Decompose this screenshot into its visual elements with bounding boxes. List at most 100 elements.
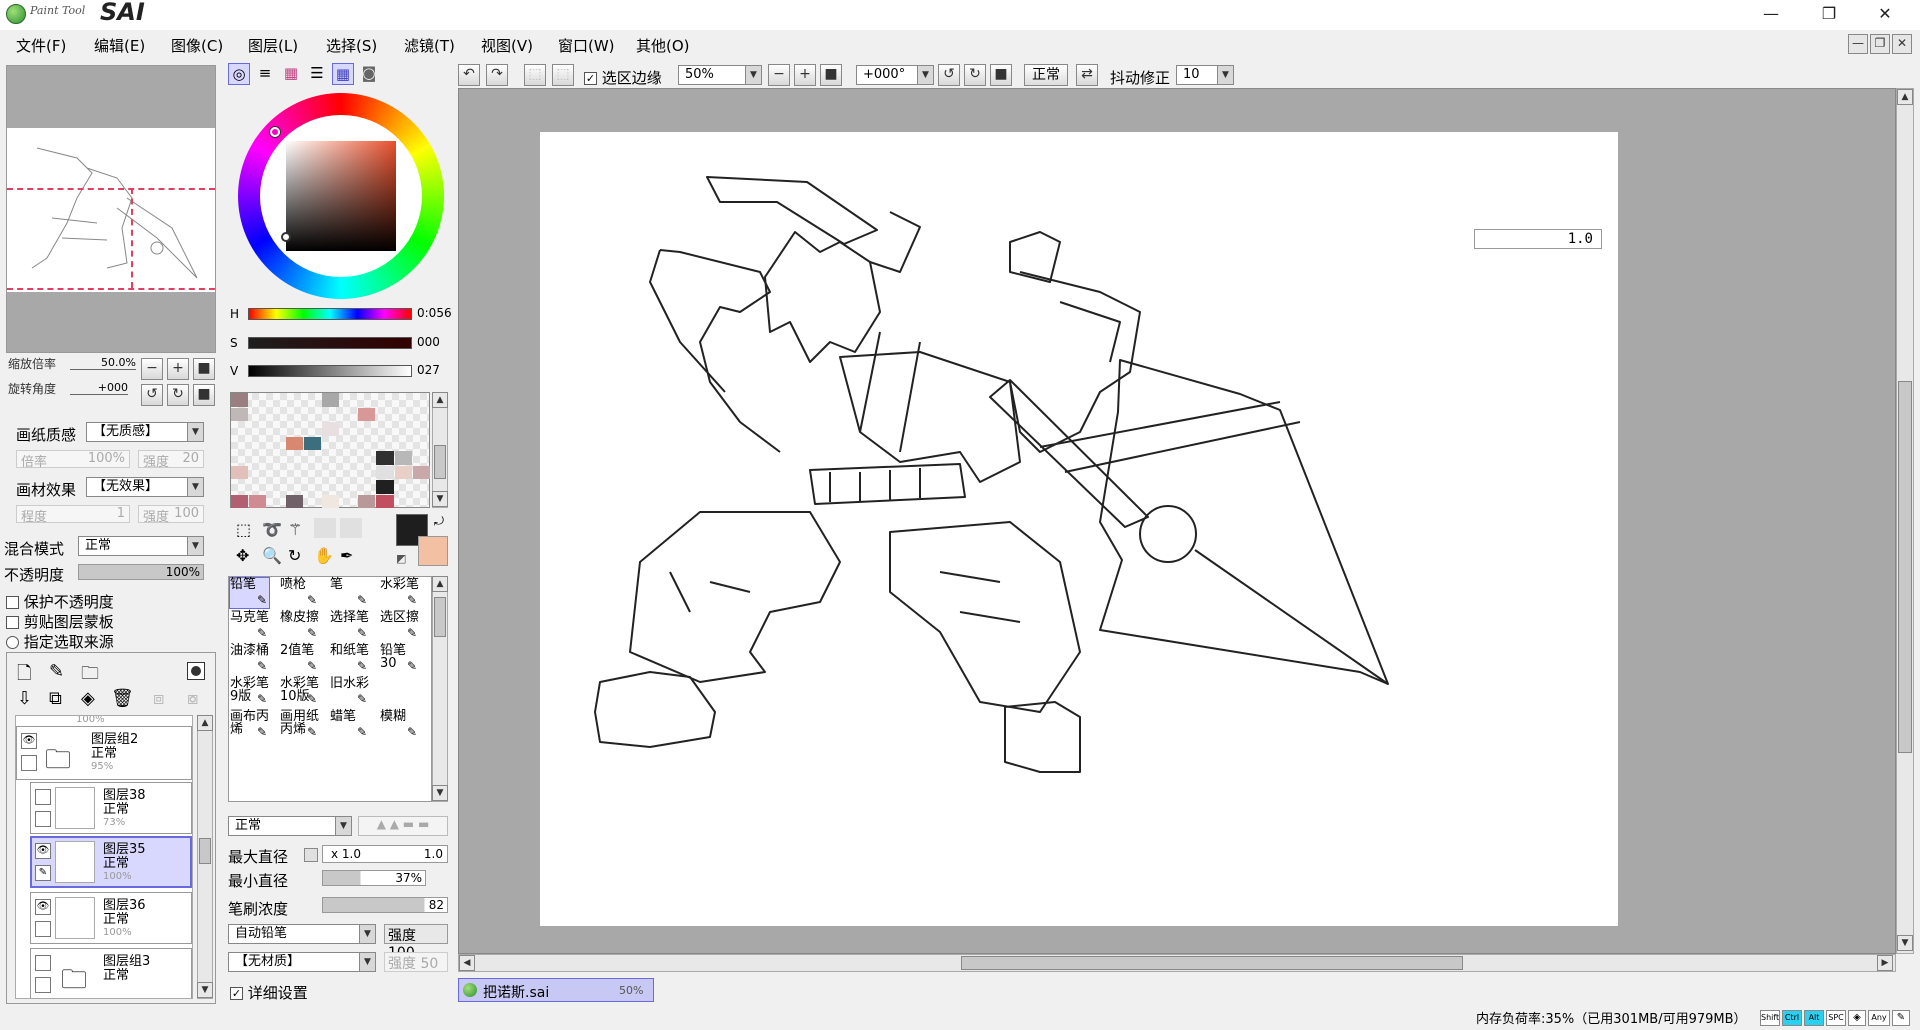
scroll-left-button[interactable]: ◀: [459, 955, 475, 971]
color-swatch[interactable]: [231, 407, 249, 421]
color-swatch[interactable]: [321, 494, 340, 508]
document-tab[interactable]: 把诺斯.sai 50%: [458, 978, 654, 1002]
undo-button[interactable]: ↶: [458, 64, 480, 86]
tool-button[interactable]: 油漆桶 ✎: [229, 643, 270, 675]
invert-selection-button[interactable]: ⬚: [552, 64, 574, 86]
tool-button[interactable]: 选区擦 ✎: [379, 610, 420, 642]
canvas-vertical-scrollbar[interactable]: ▲ ▼: [1896, 88, 1914, 954]
scroll-up-button[interactable]: ▲: [1897, 89, 1913, 105]
canvas-horizontal-scrollbar[interactable]: ◀ ▶: [458, 954, 1896, 972]
new-folder-icon[interactable]: 🗀: [81, 661, 99, 691]
tool-button[interactable]: 铅笔30 ✎: [379, 643, 420, 675]
lock-toggle[interactable]: [35, 811, 51, 827]
color-swatch[interactable]: [358, 494, 376, 508]
reset-colors-icon[interactable]: ◩: [396, 552, 406, 565]
canvas-paper[interactable]: [540, 132, 1618, 926]
rotate-value[interactable]: +000: [70, 381, 128, 395]
scroll-up-button[interactable]: ▲: [197, 715, 213, 731]
eye-icon[interactable]: 👁: [21, 733, 37, 749]
menu-view[interactable]: 视图(V): [481, 35, 533, 56]
layer-row[interactable]: 👁 🗀 图层组2 正常 95%: [16, 726, 192, 780]
hue-ring[interactable]: [238, 93, 444, 299]
zoom-icon[interactable]: 🔍: [262, 546, 282, 565]
brush-shape-dropdown[interactable]: 自动铅笔 ▼: [228, 924, 376, 944]
tool-button[interactable]: 笔 ✎: [329, 577, 370, 609]
clear-layer-icon[interactable]: ◈: [81, 688, 95, 709]
tool-button[interactable]: 水彩笔9版 ✎: [229, 676, 270, 708]
max-size-multiplier[interactable]: x 1.0: [331, 847, 361, 861]
brush-texture-dropdown[interactable]: 【无材质】 ▼: [228, 952, 376, 972]
merge-down-icon[interactable]: ⧉: [49, 688, 62, 709]
material-effect-dropdown[interactable]: 【无效果】 ▼: [86, 477, 204, 497]
detail-settings-checkbox[interactable]: ✓: [230, 987, 243, 1000]
blend-mode-dropdown[interactable]: 正常 ▼: [78, 536, 204, 556]
tool-scrollbar[interactable]: ▲ ▼: [432, 576, 448, 802]
tool-button[interactable]: 画布丙烯 ✎: [229, 709, 270, 741]
zoom-in-button[interactable]: +: [167, 358, 189, 380]
color-swatch[interactable]: [394, 465, 412, 479]
color-swatch[interactable]: [376, 451, 394, 465]
transfer-down-icon[interactable]: ⇩: [17, 688, 32, 709]
zoom-reset-button[interactable]: ■: [820, 64, 842, 86]
tool-button[interactable]: 橡皮擦 ✎: [279, 610, 320, 642]
mixer-tab-icon[interactable]: ☰: [306, 63, 328, 85]
scroll-down-button[interactable]: ▼: [197, 982, 213, 998]
eye-icon[interactable]: 👁: [35, 899, 51, 915]
lock-toggle[interactable]: [35, 977, 51, 993]
swatch-scrollbar[interactable]: ▲ ▼: [432, 392, 448, 508]
apply-mask-icon[interactable]: ⧈: [153, 688, 164, 709]
deselect-button[interactable]: ⬚: [524, 64, 546, 86]
tool-button[interactable]: [379, 676, 420, 708]
menu-filter[interactable]: 滤镜(T): [404, 35, 455, 56]
lock-toggle[interactable]: [35, 921, 51, 937]
layer-list-scrollbar[interactable]: ▲ ▼: [197, 715, 213, 999]
eye-icon[interactable]: 👁: [35, 843, 51, 859]
layer-row[interactable]: 👁 图层36 正常 100%: [30, 892, 192, 944]
scroll-thumb[interactable]: [434, 597, 446, 637]
rgb-slider-tab-icon[interactable]: ≡: [254, 63, 276, 85]
detail-settings-option[interactable]: ✓ 详细设置: [230, 982, 308, 1003]
hue-marker[interactable]: [270, 127, 280, 137]
rotate-right-button[interactable]: ↻: [167, 384, 189, 406]
stabilizer-dropdown[interactable]: 10 ▼: [1176, 65, 1234, 85]
menu-layer[interactable]: 图层(L): [248, 35, 298, 56]
clipping-mask-option[interactable]: 剪贴图层蒙板: [6, 611, 114, 632]
color-swatch[interactable]: [376, 480, 394, 494]
delete-mask-icon[interactable]: ⧇: [187, 688, 198, 709]
color-swatch[interactable]: [231, 393, 249, 407]
delete-layer-icon[interactable]: 🗑: [111, 688, 134, 709]
magic-wand-icon[interactable]: ⚚: [288, 520, 302, 539]
rotate-left-button[interactable]: ↺: [938, 64, 960, 86]
selection-source-option[interactable]: 指定选取来源: [6, 631, 114, 652]
zoom-value[interactable]: 50.0%: [70, 356, 136, 370]
tool-button[interactable]: 铅笔 ✎: [229, 577, 270, 609]
color-swatch[interactable]: [285, 436, 303, 450]
scroll-thumb[interactable]: [961, 956, 1463, 970]
h-slider[interactable]: [248, 308, 412, 320]
tool-button[interactable]: 水彩笔 ✎: [379, 577, 420, 609]
tool-button[interactable]: 蜡笔 ✎: [329, 709, 370, 741]
saturation-value-square[interactable]: [286, 141, 396, 251]
max-size-field[interactable]: x 1.0 1.0: [322, 845, 448, 863]
secondary-color-swatch[interactable]: [418, 536, 448, 566]
selection-source-radio[interactable]: [6, 636, 19, 649]
scroll-thumb[interactable]: [199, 838, 211, 864]
layer-list[interactable]: 100% 👁 🗀 图层组2 正常 95% 图层38 正常 73% 👁 ✎ 图层3…: [15, 715, 193, 999]
zoom-dropdown[interactable]: 50% ▼: [678, 65, 762, 85]
scroll-right-button[interactable]: ▶: [1877, 955, 1893, 971]
sv-marker[interactable]: [281, 232, 291, 242]
scroll-up-button[interactable]: ▲: [432, 576, 448, 592]
swap-colors-icon[interactable]: ⤾: [434, 514, 444, 529]
zoom-in-button[interactable]: +: [794, 64, 816, 86]
swatch-tab-icon[interactable]: ▦: [332, 63, 354, 85]
hsv-slider-tab-icon[interactable]: ▦: [280, 63, 302, 85]
swatch-grid[interactable]: [230, 392, 430, 508]
rect-select-icon[interactable]: ⬚: [236, 520, 251, 539]
menu-window[interactable]: 窗口(W): [558, 35, 615, 56]
size-lock-toggle[interactable]: [304, 848, 318, 862]
scroll-down-button[interactable]: ▼: [432, 491, 448, 507]
color-swatch[interactable]: [376, 494, 394, 508]
color-swatch[interactable]: [231, 494, 249, 508]
tool-button[interactable]: 画用纸丙烯 ✎: [279, 709, 320, 741]
redo-button[interactable]: ↷: [486, 64, 508, 86]
